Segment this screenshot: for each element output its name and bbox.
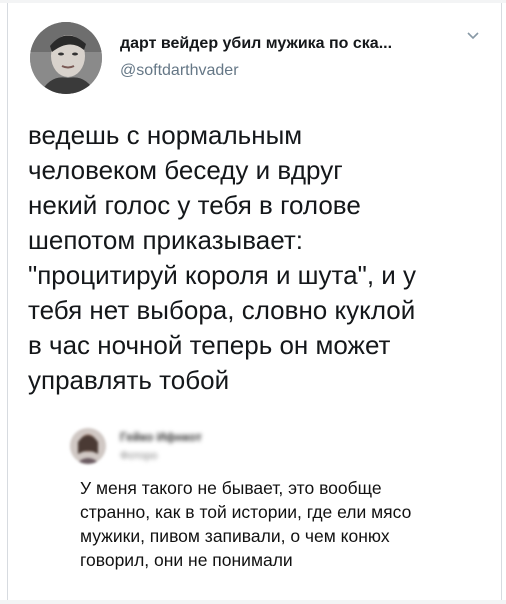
bottom-border [0, 600, 506, 604]
chevron-down-icon[interactable] [466, 30, 480, 42]
tweet-line: некий голос у тебя в голове [28, 190, 361, 220]
tweet-line: человеком беседу и вдруг [28, 155, 343, 185]
display-name[interactable]: дарт вейдер убил мужика по ска... [120, 35, 392, 53]
tweet-line: тебя нет выбора, словно куклой [28, 295, 416, 325]
tweet-line: управлять тобой [28, 365, 230, 395]
reply-line: странно, как в той истории, где ели мясо [80, 502, 412, 522]
tweet-line: ведешь с нормальным [28, 120, 303, 150]
reply-text: У меня такого не бывает, это вообще стра… [80, 476, 490, 572]
reply-line: У меня такого не бывает, это вообще [80, 478, 382, 498]
reply-avatar [70, 428, 106, 464]
avatar-photo-icon [70, 428, 106, 464]
reply-line: говорил, они не понимали [80, 550, 293, 570]
avatar-photo-icon [30, 22, 102, 94]
user-handle[interactable]: @softdarthvader [120, 62, 239, 80]
reply-line: мужики, пивом запивали, о чем конюх [80, 526, 390, 546]
tweet-line: в час ночной теперь он может [28, 330, 391, 360]
embedded-reply: Гейко Ифнкот Фоторо У меня такого не быв… [64, 422, 488, 594]
reply-author-sub: Фоторо [120, 450, 158, 462]
profile-avatar[interactable] [30, 22, 102, 94]
tweet-text: ведешь с нормальным человеком беседу и в… [28, 118, 488, 398]
reply-author-name: Гейко Ифнкот [120, 430, 202, 444]
tweet-line: шепотом приказывает: [28, 225, 303, 255]
tweet-line: "процитируй короля и шута", и у [28, 260, 417, 290]
